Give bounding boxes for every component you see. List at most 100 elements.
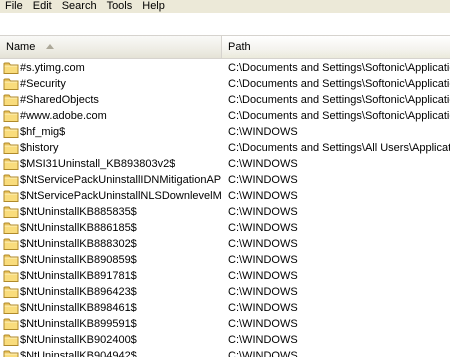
item-name: $NtUninstallKB896423$ (20, 286, 137, 298)
item-name: $NtUninstallKB891781$ (20, 270, 137, 282)
folder-icon (3, 61, 19, 75)
item-name: #www.adobe.com (20, 110, 107, 122)
list-item[interactable]: #SharedObjects C:\Documents and Settings\… (0, 92, 450, 108)
cell-name: $NtUninstallKB902400$ (0, 332, 222, 348)
list-item[interactable]: $NtUninstallKB898461$ C:\WINDOWS (0, 300, 450, 316)
folder-icon (3, 253, 19, 267)
cell-name: $hf_mig$ (0, 124, 222, 140)
menu-help[interactable]: Help (137, 0, 170, 13)
column-header-path[interactable]: Path (222, 36, 450, 58)
list-item[interactable]: $NtUninstallKB891781$ C:\WINDOWS (0, 268, 450, 284)
list-item[interactable]: $NtUninstallKB902400$ C:\WINDOWS (0, 332, 450, 348)
item-name: $MSI31Uninstall_KB893803v2$ (20, 158, 176, 170)
cell-name: $MSI31Uninstall_KB893803v2$ (0, 156, 222, 172)
list-item[interactable]: #www.adobe.com C:\Documents and Settings\… (0, 108, 450, 124)
cell-name: $NtUninstallKB888302$ (0, 236, 222, 252)
item-name: $NtUninstallKB902400$ (20, 334, 137, 346)
list-item[interactable]: $hf_mig$ C:\WINDOWS (0, 124, 450, 140)
cell-name: $NtUninstallKB899591$ (0, 316, 222, 332)
item-path: C:\WINDOWS (228, 190, 298, 202)
item-name: $NtUninstallKB904942$ (20, 350, 137, 357)
item-path: C:\WINDOWS (228, 126, 298, 138)
cell-name: $NtUninstallKB896423$ (0, 284, 222, 300)
item-path: C:\Documents and Settings\Softonic\Appli… (228, 62, 450, 74)
item-name: $NtUninstallKB890859$ (20, 254, 137, 266)
item-path: C:\WINDOWS (228, 302, 298, 314)
item-name: $NtServicePackUninstallNLSDownlevelMap..… (20, 190, 222, 202)
cell-name: $NtServicePackUninstallNLSDownlevelMap..… (0, 188, 222, 204)
list-item[interactable]: $NtUninstallKB890859$ C:\WINDOWS (0, 252, 450, 268)
item-path: C:\WINDOWS (228, 270, 298, 282)
cell-name: #s.ytimg.com (0, 60, 222, 76)
cell-name: $NtUninstallKB890859$ (0, 252, 222, 268)
list-rows: #s.ytimg.com C:\Documents and Settings\So… (0, 60, 450, 357)
item-name: $NtUninstallKB888302$ (20, 238, 137, 250)
list-item[interactable]: $NtUninstallKB888302$ C:\WINDOWS (0, 236, 450, 252)
list-item[interactable]: $NtUninstallKB886185$ C:\WINDOWS (0, 220, 450, 236)
list-item[interactable]: $NtUninstallKB904942$ C:\WINDOWS (0, 348, 450, 357)
item-name: $NtUninstallKB899591$ (20, 318, 137, 330)
results-list[interactable]: Name Path #s.ytimg.com C:\Documents and S… (0, 36, 450, 357)
column-header-name-label: Name (6, 41, 36, 53)
list-header: Name Path (0, 36, 450, 59)
list-item[interactable]: $MSI31Uninstall_KB893803v2$ C:\WINDOWS (0, 156, 450, 172)
folder-icon (3, 141, 19, 155)
sort-ascending-icon (46, 43, 55, 49)
list-item[interactable]: $history C:\Documents and Settings\All Us… (0, 140, 450, 156)
cell-name: #SharedObjects (0, 92, 222, 108)
toolbar-area (0, 13, 450, 36)
cell-name: #Security (0, 76, 222, 92)
item-path: C:\Documents and Settings\All Users\Appl… (228, 142, 450, 154)
item-path: C:\WINDOWS (228, 286, 298, 298)
folder-icon (3, 157, 19, 171)
folder-icon (3, 285, 19, 299)
folder-icon (3, 77, 19, 91)
list-item[interactable]: $NtUninstallKB899591$ C:\WINDOWS (0, 316, 450, 332)
list-item[interactable]: $NtServicePackUninstallNLSDownlevelMap..… (0, 188, 450, 204)
cell-name: $NtUninstallKB886185$ (0, 220, 222, 236)
folder-icon (3, 93, 19, 107)
item-name: $NtUninstallKB885835$ (20, 206, 137, 218)
list-item[interactable]: #Security C:\Documents and Settings\Softo… (0, 76, 450, 92)
folder-icon (3, 173, 19, 187)
cell-name: $NtUninstallKB898461$ (0, 300, 222, 316)
menu-edit[interactable]: Edit (28, 0, 57, 13)
column-header-name[interactable]: Name (0, 36, 222, 58)
item-path: C:\Documents and Settings\Softonic\Appli… (228, 78, 450, 90)
item-path: C:\WINDOWS (228, 222, 298, 234)
folder-icon (3, 205, 19, 219)
item-path: C:\Documents and Settings\Softonic\Appli… (228, 110, 450, 122)
list-item[interactable]: $NtUninstallKB896423$ C:\WINDOWS (0, 284, 450, 300)
list-item[interactable]: #s.ytimg.com C:\Documents and Settings\So… (0, 60, 450, 76)
menu-tools[interactable]: Tools (102, 0, 138, 13)
column-header-path-label: Path (228, 41, 251, 53)
item-name: $NtServicePackUninstallIDNMitigationAPIs… (20, 174, 222, 186)
item-path: C:\WINDOWS (228, 238, 298, 250)
folder-icon (3, 189, 19, 203)
folder-icon (3, 125, 19, 139)
folder-icon (3, 269, 19, 283)
menu-search[interactable]: Search (57, 0, 102, 13)
item-name: #s.ytimg.com (20, 62, 85, 74)
cell-name: $NtUninstallKB885835$ (0, 204, 222, 220)
folder-icon (3, 221, 19, 235)
item-name: #SharedObjects (20, 94, 99, 106)
item-name: #Security (20, 78, 66, 90)
folder-icon (3, 317, 19, 331)
item-path: C:\WINDOWS (228, 174, 298, 186)
item-name: $NtUninstallKB886185$ (20, 222, 137, 234)
item-name: $hf_mig$ (20, 126, 66, 138)
menu-file[interactable]: File (0, 0, 28, 13)
cell-name: #www.adobe.com (0, 108, 222, 124)
cell-name: $NtServicePackUninstallIDNMitigationAPIs… (0, 172, 222, 188)
item-path: C:\WINDOWS (228, 318, 298, 330)
folder-icon (3, 237, 19, 251)
cell-name: $NtUninstallKB891781$ (0, 268, 222, 284)
list-item[interactable]: $NtServicePackUninstallIDNMitigationAPIs… (0, 172, 450, 188)
list-item[interactable]: $NtUninstallKB885835$ C:\WINDOWS (0, 204, 450, 220)
item-path: C:\WINDOWS (228, 158, 298, 170)
item-path: C:\WINDOWS (228, 254, 298, 266)
item-path: C:\WINDOWS (228, 334, 298, 346)
folder-icon (3, 109, 19, 123)
folder-icon (3, 333, 19, 347)
